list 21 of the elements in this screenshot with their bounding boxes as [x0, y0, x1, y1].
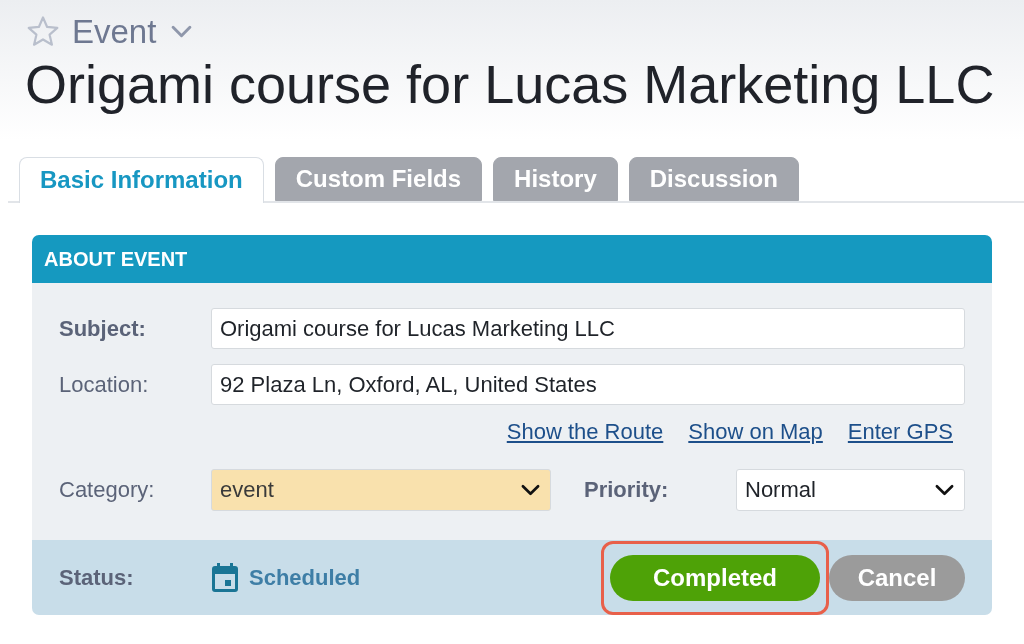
page-title: Origami course for Lucas Marketing LLC [25, 53, 996, 115]
field-label: Status: [59, 564, 135, 591]
text-link[interactable]: Enter GPS [847, 419, 953, 445]
chevron-down-icon [521, 484, 540, 496]
calendar-icon [212, 563, 238, 592]
text-link[interactable]: Show the Route [506, 419, 664, 445]
field-label: Category: [59, 477, 156, 503]
text-link[interactable]: Show on Map [688, 419, 823, 445]
panel-title: ABOUT EVENT [44, 247, 188, 271]
chevron-down-icon [171, 25, 193, 38]
text-field[interactable]: 92 Plaza Ln, Oxford, AL, United States [211, 364, 965, 405]
star-icon[interactable] [26, 15, 60, 48]
field-label: Priority: [584, 477, 670, 503]
status-text: Scheduled [249, 564, 361, 591]
record-type-dropdown[interactable]: Event [72, 15, 193, 48]
field-label: Subject: [59, 315, 147, 342]
dropdown-select[interactable]: Normal [736, 469, 965, 511]
dropdown-select[interactable]: event [211, 469, 551, 511]
text-field[interactable]: Origami course for Lucas Marketing LLC [211, 308, 965, 349]
field-label: Location: [59, 371, 150, 398]
chevron-down-icon [935, 484, 954, 496]
